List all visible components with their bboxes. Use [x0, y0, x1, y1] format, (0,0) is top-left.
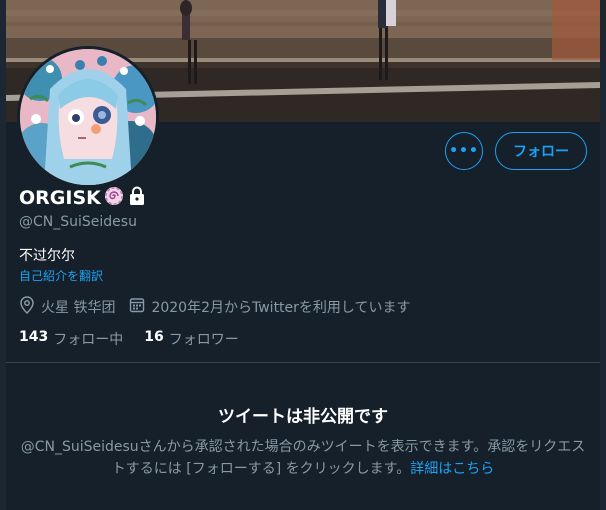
lock-icon: [127, 186, 147, 210]
section-divider: [6, 362, 600, 363]
location-pin-icon: [19, 296, 35, 318]
calendar-icon: [129, 297, 145, 317]
location-item: 火星 铁华团: [19, 296, 115, 318]
display-name-row: ORGISK: [19, 186, 147, 210]
profile-bio: 不过尔尔: [19, 248, 75, 264]
following-count: 143: [19, 329, 49, 345]
followers-link[interactable]: 16 フォロワー: [144, 329, 259, 349]
profile-avatar[interactable]: [17, 46, 159, 188]
learn-more-link[interactable]: 詳細はこちら: [410, 461, 494, 477]
following-link[interactable]: 143 フォロー中: [19, 329, 144, 349]
private-tweets-title: ツイートは非公開です: [218, 407, 388, 427]
followers-count: 16: [144, 329, 164, 345]
follow-button[interactable]: フォロー: [495, 132, 587, 170]
user-handle: @CN_SuiSeidesu: [19, 214, 137, 230]
profile-meta: 火星 铁华团 2020年2月からTwitterを利用しています: [19, 296, 425, 318]
translate-bio-link[interactable]: 自己紹介を翻訳: [19, 267, 103, 284]
follow-button-label: フォロー: [513, 144, 569, 160]
display-name: ORGISK: [19, 187, 101, 209]
private-tweets-message: @CN_SuiSeidesuさんから承認された場合のみツイートを表示できます。承…: [20, 436, 586, 480]
following-label: フォロー中: [53, 332, 124, 348]
location-text: 火星 铁华团: [41, 300, 116, 316]
joined-text: 2020年2月からTwitterを利用しています: [151, 300, 411, 316]
joined-item: 2020年2月からTwitterを利用しています: [129, 297, 411, 317]
private-tweets-body: @CN_SuiSeidesuさんから承認された場合のみツイートを表示できます。承…: [20, 439, 586, 477]
more-options-label: •••: [449, 143, 479, 159]
window-frame-right: [600, 0, 606, 510]
more-options-button[interactable]: •••: [445, 132, 483, 170]
spiral-emoji-icon: [104, 186, 124, 210]
followers-label: フォロワー: [168, 332, 239, 348]
follow-stats: 143 フォロー中 16 フォロワー: [19, 329, 260, 349]
